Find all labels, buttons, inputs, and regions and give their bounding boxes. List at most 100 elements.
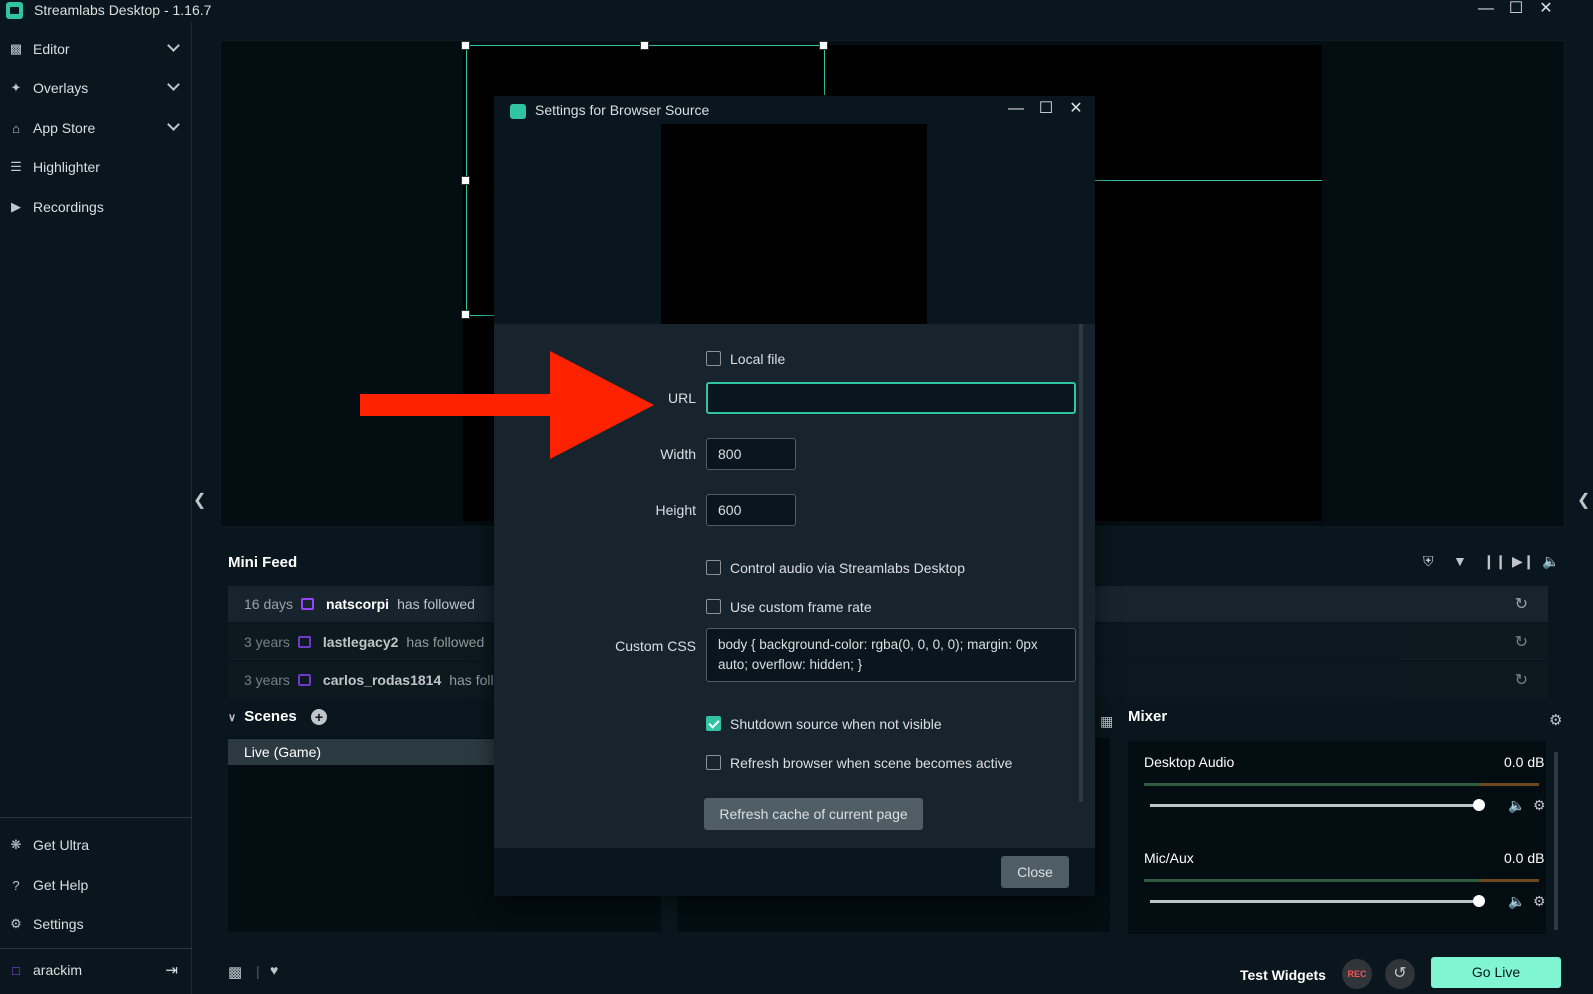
shutdown-label: Shutdown source when not visible bbox=[730, 716, 942, 732]
speaker-icon[interactable]: 🔈 bbox=[1508, 893, 1525, 910]
local-file-label: Local file bbox=[730, 351, 786, 367]
dialog-scrollbar[interactable] bbox=[1079, 324, 1083, 802]
pause-icon[interactable]: ❙❙ bbox=[1483, 553, 1506, 570]
mixer-channel-name: Mic/Aux bbox=[1144, 850, 1194, 866]
user-profile[interactable]: □ arackim ⇥ bbox=[0, 952, 192, 988]
maximize-icon[interactable]: ☐ bbox=[1504, 0, 1528, 20]
feed-user: lastlegacy2 bbox=[322, 634, 399, 650]
sidebar-item-get-ultra[interactable]: ❋ Get Ultra bbox=[0, 827, 192, 863]
sidebar-item-label: Overlays bbox=[33, 80, 89, 96]
highlighter-icon: ☰ bbox=[10, 159, 22, 174]
logout-icon[interactable]: ⇥ bbox=[165, 961, 178, 979]
filter-icon[interactable]: ▼ bbox=[1453, 553, 1467, 569]
sidebar-item-label: Get Ultra bbox=[33, 837, 90, 853]
mixer-title: Mixer bbox=[1128, 708, 1168, 725]
red-arrow-annotation bbox=[360, 351, 654, 459]
selection-border bbox=[824, 45, 825, 95]
sidebar-item-recordings[interactable]: ▶ Recordings bbox=[0, 189, 192, 225]
feed-time: 3 years bbox=[244, 672, 290, 688]
resize-handle[interactable] bbox=[461, 41, 470, 50]
volume-icon[interactable]: 🔈 bbox=[1542, 553, 1559, 570]
chevron-down-icon[interactable]: ∨ bbox=[228, 712, 236, 724]
sidebar-item-overlays[interactable]: ✦ Overlays bbox=[0, 70, 192, 106]
chevron-left-icon[interactable]: ❮ bbox=[1577, 490, 1590, 510]
custom-css-textarea[interactable]: body { background-color: rgba(0, 0, 0, 0… bbox=[706, 628, 1076, 682]
mixer-channel-db: 0.0 dB bbox=[1504, 754, 1545, 770]
bar-divider: | bbox=[256, 963, 260, 979]
sidebar-divider bbox=[0, 948, 192, 949]
replay-icon[interactable]: ↻ bbox=[1515, 594, 1528, 614]
control-audio-checkbox[interactable] bbox=[706, 560, 721, 575]
refresh-browser-label: Refresh browser when scene becomes activ… bbox=[730, 755, 1013, 771]
go-live-button[interactable]: Go Live bbox=[1431, 957, 1561, 988]
gear-icon[interactable]: ⚙ bbox=[1533, 893, 1546, 910]
scenes-title: ∨ Scenes + bbox=[228, 708, 327, 726]
volume-slider[interactable] bbox=[1150, 900, 1480, 903]
sidebar-item-editor[interactable]: ▩ Editor bbox=[0, 31, 192, 67]
volume-slider[interactable] bbox=[1150, 804, 1480, 807]
sidebar-divider bbox=[0, 817, 192, 818]
mixer-scrollbar[interactable] bbox=[1554, 752, 1558, 930]
refresh-browser-checkbox[interactable] bbox=[706, 755, 721, 770]
custom-frame-rate-label: Use custom frame rate bbox=[730, 599, 872, 615]
browser-source-settings-dialog: Settings for Browser Source — ☐ ✕ Local … bbox=[494, 96, 1095, 896]
sidebar-item-highlighter[interactable]: ☰ Highlighter bbox=[0, 149, 192, 185]
shield-icon[interactable]: ⛨ bbox=[1423, 553, 1434, 570]
feed-user: carlos_rodas1814 bbox=[322, 672, 442, 688]
streamlabs-logo-icon bbox=[510, 104, 526, 119]
minimize-icon[interactable]: — bbox=[1474, 0, 1498, 20]
feed-time: 16 days bbox=[244, 596, 294, 612]
replay-icon[interactable]: ↻ bbox=[1515, 632, 1528, 652]
height-label: Height bbox=[655, 502, 696, 518]
selection-border bbox=[466, 315, 496, 316]
help-icon: ? bbox=[12, 877, 20, 893]
control-audio-label: Control audio via Streamlabs Desktop bbox=[730, 560, 966, 576]
close-button[interactable]: Close bbox=[1001, 856, 1069, 888]
feed-action: has followed bbox=[406, 634, 485, 650]
speaker-icon[interactable]: 🔈 bbox=[1508, 797, 1525, 814]
sidebar: ▩ Editor ✦ Overlays ⌂ App Store ☰ Highli… bbox=[0, 22, 192, 994]
replay-buffer-icon[interactable]: ↺ bbox=[1385, 959, 1415, 989]
close-icon[interactable]: ✕ bbox=[1534, 0, 1558, 20]
sidebar-item-settings[interactable]: ⚙ Settings bbox=[0, 906, 192, 942]
bell-icon[interactable]: ♥ bbox=[270, 962, 278, 978]
stats-icon[interactable]: ▩ bbox=[228, 963, 242, 981]
feed-time: 3 years bbox=[244, 634, 290, 650]
sidebar-item-get-help[interactable]: ? Get Help bbox=[0, 867, 192, 903]
resize-handle[interactable] bbox=[640, 41, 649, 50]
custom-frame-rate-checkbox[interactable] bbox=[706, 599, 721, 614]
chevron-left-icon[interactable]: ❮ bbox=[193, 490, 206, 510]
local-file-checkbox[interactable] bbox=[706, 351, 721, 366]
dialog-title: Settings for Browser Source bbox=[535, 102, 710, 118]
gear-icon[interactable]: ⚙ bbox=[1533, 797, 1546, 814]
maximize-icon[interactable]: ☐ bbox=[1034, 100, 1058, 120]
mixer-channel-name: Desktop Audio bbox=[1144, 754, 1235, 770]
skip-icon[interactable]: ▶❙ bbox=[1512, 553, 1535, 570]
feed-user: natscorpi bbox=[326, 596, 390, 612]
resize-handle[interactable] bbox=[461, 310, 470, 319]
close-icon[interactable]: ✕ bbox=[1064, 100, 1088, 120]
replay-icon[interactable]: ↻ bbox=[1515, 670, 1528, 690]
sidebar-item-label: Get Help bbox=[33, 877, 89, 893]
refresh-cache-button[interactable]: Refresh cache of current page bbox=[704, 798, 923, 830]
chevron-down-icon bbox=[167, 39, 180, 52]
ultra-icon: ❋ bbox=[10, 837, 22, 852]
volume-slider-handle[interactable] bbox=[1473, 895, 1485, 907]
resize-handle[interactable] bbox=[461, 176, 470, 185]
sidebar-item-label: Highlighter bbox=[33, 159, 100, 175]
add-folder-icon[interactable]: ▦ bbox=[1100, 713, 1113, 730]
add-scene-icon[interactable]: + bbox=[310, 709, 327, 726]
url-input[interactable] bbox=[706, 382, 1076, 414]
sidebar-item-label: App Store bbox=[33, 120, 96, 136]
shutdown-checkbox[interactable] bbox=[706, 716, 721, 731]
width-input[interactable] bbox=[706, 438, 796, 470]
volume-slider-handle[interactable] bbox=[1473, 799, 1485, 811]
minimize-icon[interactable]: — bbox=[1004, 100, 1028, 120]
resize-handle[interactable] bbox=[819, 41, 828, 50]
gear-icon[interactable]: ⚙ bbox=[1549, 711, 1562, 729]
record-button[interactable]: REC bbox=[1342, 959, 1372, 989]
store-icon: ⌂ bbox=[12, 120, 20, 136]
sidebar-item-app-store[interactable]: ⌂ App Store bbox=[0, 110, 192, 146]
height-input[interactable] bbox=[706, 494, 796, 526]
test-widgets-button[interactable]: Test Widgets bbox=[1240, 967, 1326, 983]
